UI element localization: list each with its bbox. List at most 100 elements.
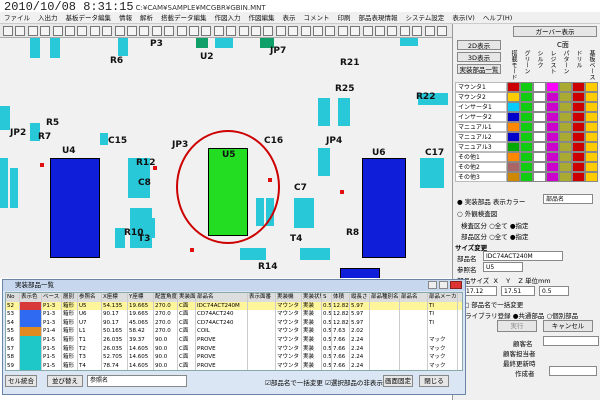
table-cell[interactable]: 90.17	[102, 310, 128, 319]
toolbar-button[interactable]	[337, 26, 348, 36]
table-cell[interactable]	[248, 361, 276, 371]
table-cell[interactable]: 実装	[302, 310, 322, 319]
toolbar-button[interactable]	[114, 26, 125, 36]
toolbar-button[interactable]	[437, 26, 447, 36]
table-cell[interactable]	[400, 301, 428, 311]
color-swatch[interactable]	[572, 162, 585, 172]
sort-button[interactable]: 並び替え	[47, 375, 83, 387]
display-color-select[interactable]: 部品名	[543, 194, 593, 204]
table-cell[interactable]: L1	[78, 327, 102, 336]
table-cell[interactable]: 90.0	[154, 361, 178, 371]
color-swatch[interactable]	[507, 152, 520, 162]
toolbar-button[interactable]	[102, 26, 113, 36]
table-cell[interactable]: C面	[178, 301, 196, 311]
table-cell[interactable]: 54	[6, 318, 20, 328]
column-header[interactable]: 部品名	[400, 293, 428, 302]
table-cell[interactable]: CD74ACT240	[196, 310, 248, 319]
table-cell[interactable]: 270.0	[154, 318, 178, 328]
table-cell[interactable]	[370, 353, 400, 362]
color-swatch[interactable]	[559, 82, 572, 92]
toolbar-button[interactable]	[189, 26, 199, 36]
toolbar-button[interactable]	[27, 26, 38, 36]
table-cell[interactable]: マウンタ	[276, 301, 302, 311]
column-header[interactable]: 参照名	[78, 293, 102, 302]
table-cell[interactable]: COIL	[196, 327, 248, 336]
row-color-swatch[interactable]	[20, 344, 42, 354]
size-y-field[interactable]: 17.51	[501, 286, 535, 296]
toolbar-button[interactable]	[139, 26, 150, 36]
table-cell[interactable]: 2.02	[350, 327, 370, 336]
color-swatch[interactable]	[533, 132, 546, 142]
table-cell[interactable]: 78.74	[102, 361, 128, 371]
row-color-swatch[interactable]	[20, 301, 42, 311]
table-cell[interactable]	[370, 310, 400, 319]
table-cell[interactable]: P1-5	[42, 335, 62, 345]
table-cell[interactable]: 2.24	[350, 335, 370, 345]
color-swatch[interactable]	[572, 132, 585, 142]
table-row[interactable]: 56 P1-5 箱形 T1 26.035 39.37 90.0 C面 PROVE マウンタ 実装 0.…	[6, 335, 462, 345]
table-cell[interactable]: 0.5	[322, 310, 332, 319]
color-swatch[interactable]	[559, 122, 572, 132]
table-cell[interactable]: 7.66	[332, 335, 350, 345]
color-swatch[interactable]	[520, 152, 533, 162]
table-cell[interactable]: 5.97	[350, 301, 370, 311]
table-cell[interactable]	[248, 344, 276, 354]
table-cell[interactable]: P1-3	[42, 318, 62, 328]
table-cell[interactable]: PROVE	[196, 335, 248, 345]
table-cell[interactable]: 270.0	[154, 327, 178, 336]
bulk-change-checkbox[interactable]: □ 部品名で一括変更	[463, 299, 523, 309]
table-cell[interactable]	[370, 318, 400, 328]
table-cell[interactable]: U7	[78, 318, 102, 328]
table-cell[interactable]: 実装	[302, 335, 322, 345]
garber-display-button[interactable]: ガーバー表示	[513, 26, 597, 37]
table-cell[interactable]	[428, 327, 458, 336]
color-swatch[interactable]	[507, 92, 520, 102]
table-cell[interactable]: 14.605	[128, 344, 154, 354]
color-swatch[interactable]	[585, 172, 598, 182]
table-cell[interactable]: 実装	[302, 344, 322, 354]
color-swatch[interactable]	[572, 112, 585, 122]
menu-item[interactable]: 入出力	[34, 12, 62, 23]
table-cell[interactable]: CD74ACT240	[196, 318, 248, 328]
table-cell[interactable]	[400, 310, 428, 319]
table-cell[interactable]: 箱形	[62, 310, 78, 319]
color-swatch[interactable]	[520, 122, 533, 132]
toolbar-button[interactable]	[40, 26, 51, 36]
color-swatch[interactable]	[585, 102, 598, 112]
layer-row[interactable]: インサータ2	[455, 112, 599, 122]
hide-selected-checkbox[interactable]: ☑選択部品の非表示	[325, 377, 383, 387]
table-cell[interactable]: C面	[178, 353, 196, 362]
table-cell[interactable]: T1	[78, 335, 102, 345]
toolbar-button[interactable]	[288, 26, 299, 36]
minimize-icon[interactable]	[428, 281, 437, 289]
color-swatch[interactable]	[585, 162, 598, 172]
table-cell[interactable]: 箱形	[62, 353, 78, 362]
table-row[interactable]: 53 P1-3 箱形 U6 90.17 19.665 270.0 C面 CD74ACT240 マウ…	[6, 310, 462, 319]
table-cell[interactable]: 箱形	[62, 335, 78, 345]
table-cell[interactable]: P1-4	[42, 327, 62, 336]
toolbar-button[interactable]	[176, 26, 187, 36]
table-cell[interactable]: 箱形	[62, 301, 78, 311]
table-cell[interactable]: 12.82	[332, 310, 350, 319]
table-cell[interactable]: 実装	[302, 318, 322, 328]
color-swatch[interactable]	[520, 112, 533, 122]
column-header[interactable]: X座標	[102, 293, 128, 302]
table-cell[interactable]: 56	[6, 335, 20, 345]
column-header[interactable]: 実装機	[276, 293, 302, 302]
table-cell[interactable]: 52	[6, 301, 20, 311]
toolbar-button[interactable]	[275, 26, 286, 36]
table-cell[interactable]: マウンタ	[276, 310, 302, 319]
ref-field[interactable]: U5	[483, 262, 523, 272]
table-cell[interactable]	[248, 310, 276, 319]
table-cell[interactable]	[400, 344, 428, 354]
table-cell[interactable]: IDC74ACT240M	[196, 301, 248, 311]
column-header[interactable]: 表示面番	[248, 293, 276, 302]
table-cell[interactable]: 0.5	[322, 327, 332, 336]
customer-field[interactable]	[543, 336, 599, 346]
table-cell[interactable]: 90.0	[154, 335, 178, 345]
color-swatch[interactable]	[533, 112, 546, 122]
table-cell[interactable]: T4	[78, 361, 102, 371]
table-cell[interactable]: P1-3	[42, 301, 62, 311]
color-swatch[interactable]	[546, 122, 559, 132]
table-cell[interactable]: P1-5	[42, 344, 62, 354]
